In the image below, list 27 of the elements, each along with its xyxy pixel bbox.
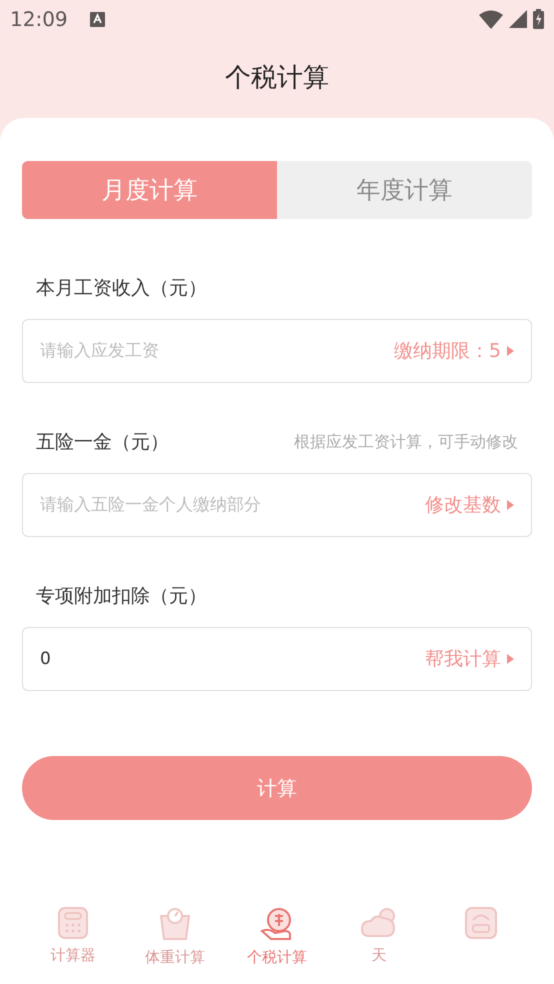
field-label: 五险一金（元） <box>36 430 169 455</box>
field-action-button[interactable]: 修改基数 <box>425 491 514 520</box>
cloud-icon <box>360 906 398 940</box>
tab[interactable]: 年度计算 <box>277 161 532 219</box>
nav-item[interactable]: 计算器 <box>22 906 124 968</box>
triangle-icon <box>507 654 514 664</box>
field-label: 本月工资收入（元） <box>36 276 207 301</box>
page-title: 个税计算 <box>225 62 329 94</box>
scale-icon <box>157 906 193 942</box>
battery-icon <box>533 9 544 29</box>
triangle-icon <box>507 500 514 510</box>
wifi-icon <box>479 10 503 28</box>
field-action-button[interactable]: 缴纳期限：5 <box>394 337 514 366</box>
nav-item[interactable]: 个税计算 <box>226 906 328 968</box>
field-label: 专项附加扣除（元） <box>36 584 207 609</box>
nav-item[interactable]: 天 <box>328 906 430 968</box>
field-action-button[interactable]: 帮我计算 <box>425 645 514 674</box>
calculate-button[interactable]: 计算 <box>22 756 532 820</box>
field-hint: 根据应发工资计算，可手动修改 <box>294 431 518 453</box>
scale-icon <box>464 906 498 940</box>
tab[interactable]: 月度计算 <box>22 161 277 219</box>
status-time: 12:09 <box>10 6 68 33</box>
nav-item[interactable]: 体重计算 <box>124 906 226 968</box>
signal-icon <box>509 10 527 28</box>
triangle-icon <box>507 346 514 356</box>
calculator-icon <box>56 906 90 940</box>
keyboard-icon <box>90 12 105 26</box>
